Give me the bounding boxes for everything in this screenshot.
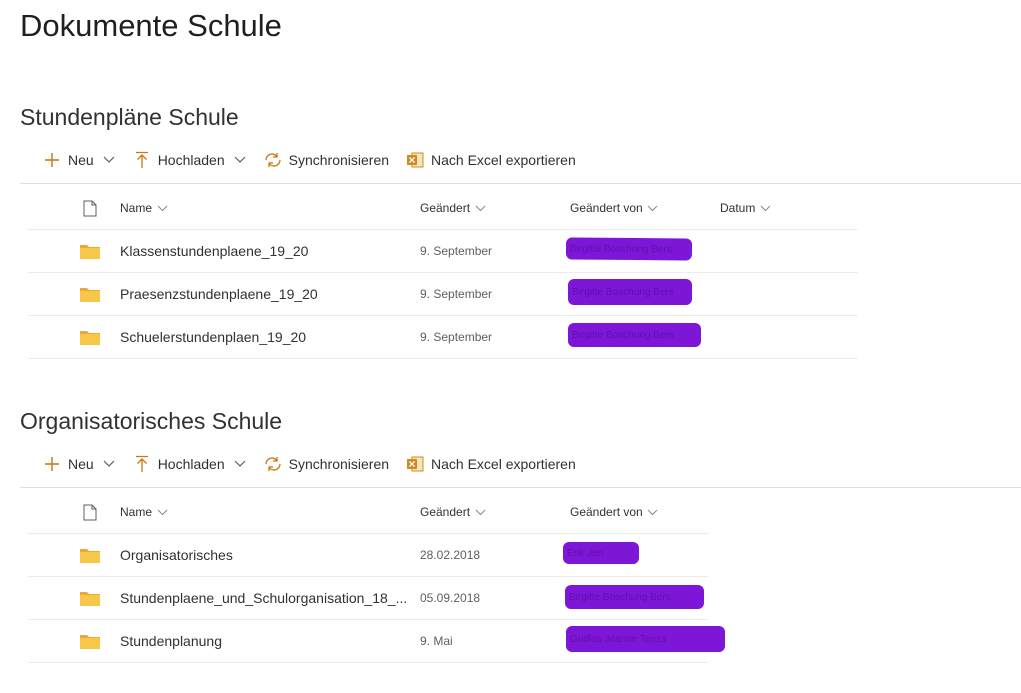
column-header-modified[interactable]: Geändert <box>420 491 486 533</box>
list-item[interactable]: Praesenzstundenplaene_19_20 9. September… <box>28 273 858 316</box>
list-header: Name Geändert Geändert von Datum <box>28 187 858 230</box>
list-item[interactable]: Organisatorisches 28.02.2018 Erik Jen <box>28 534 708 577</box>
export-excel-button[interactable]: Nach Excel exportieren <box>399 448 582 480</box>
list-item[interactable]: Klassenstundenplaene_19_20 9. September … <box>28 230 858 273</box>
chevron-down-icon <box>647 202 659 214</box>
chevron-down-icon <box>233 153 247 167</box>
new-label: Neu <box>68 456 94 472</box>
chevron-down-icon <box>102 457 116 471</box>
item-name[interactable]: Praesenzstundenplaene_19_20 <box>120 286 318 302</box>
chevron-down-icon <box>102 153 116 167</box>
upload-icon <box>132 454 152 474</box>
list-header: Name Geändert Geändert von <box>28 491 708 534</box>
document-list: Name Geändert Geändert von Organisatoris… <box>28 491 725 663</box>
folder-icon <box>78 316 102 358</box>
new-button[interactable]: Neu <box>36 448 122 480</box>
sync-button[interactable]: Synchronisieren <box>257 144 395 176</box>
column-header-name[interactable]: Name <box>120 491 168 533</box>
item-name[interactable]: Organisatorisches <box>120 547 233 563</box>
section-title[interactable]: Stundenpläne Schule <box>20 101 239 133</box>
folder-icon <box>78 620 102 662</box>
section-title[interactable]: Organisatorisches Schule <box>20 405 282 437</box>
redacted-user: Birgitte Boschung Bers <box>565 585 704 609</box>
redacted-user: Gudlos Jeanne Teuza <box>566 626 725 652</box>
sync-icon <box>263 150 283 170</box>
plus-icon <box>42 150 62 170</box>
upload-label: Hochladen <box>157 456 225 472</box>
column-header-modified-by[interactable]: Geändert von <box>570 187 659 229</box>
redacted-user: Birgitte Boschung Bers <box>565 237 693 261</box>
item-modified: 05.09.2018 <box>420 591 481 605</box>
upload-button[interactable]: Hochladen <box>126 144 253 176</box>
chevron-down-icon <box>233 457 247 471</box>
list-item[interactable]: Stundenplaene_und_Schulorganisation_18_.… <box>28 577 708 620</box>
upload-button[interactable]: Hochladen <box>126 448 253 480</box>
chevron-down-icon <box>474 202 486 214</box>
sync-label: Synchronisieren <box>288 152 390 168</box>
excel-icon <box>405 150 425 170</box>
export-label: Nach Excel exportieren <box>431 456 576 472</box>
item-name[interactable]: Schuelerstundenplaen_19_20 <box>120 329 306 345</box>
file-type-icon[interactable] <box>78 491 102 533</box>
export-excel-button[interactable]: Nach Excel exportieren <box>399 144 582 176</box>
item-modified: 9. September <box>420 330 493 344</box>
folder-icon <box>78 534 102 576</box>
item-modified: 9. Mai <box>420 634 453 648</box>
plus-icon <box>42 454 62 474</box>
excel-icon <box>405 454 425 474</box>
page-title: Dokumente Schule <box>20 8 282 43</box>
upload-icon <box>132 150 152 170</box>
item-modified: 9. September <box>420 244 493 258</box>
redacted-user: Birgitte Boschung Bers <box>568 279 692 305</box>
column-header-modified[interactable]: Geändert <box>420 187 486 229</box>
sync-label: Synchronisieren <box>288 456 390 472</box>
column-header-date[interactable]: Datum <box>720 187 771 229</box>
chevron-down-icon <box>474 506 486 518</box>
folder-icon <box>78 230 102 272</box>
folder-icon <box>78 577 102 619</box>
chevron-down-icon <box>647 506 659 518</box>
sync-icon <box>263 454 283 474</box>
list-item[interactable]: Schuelerstundenplaen_19_20 9. September … <box>28 316 858 359</box>
document-list: Name Geändert Geändert von Datum Klassen… <box>28 187 858 359</box>
item-modified: 28.02.2018 <box>420 548 481 562</box>
export-label: Nach Excel exportieren <box>431 152 576 168</box>
folder-icon <box>78 273 102 315</box>
redacted-user: Birgitte Boschung Bers <box>568 323 701 347</box>
item-name[interactable]: Stundenplanung <box>120 633 222 649</box>
column-header-modified-by[interactable]: Geändert von <box>570 491 659 533</box>
command-bar: Neu Hochladen Synchronisieren Nach Excel… <box>20 137 1021 184</box>
chevron-down-icon <box>156 202 168 214</box>
list-item[interactable]: Stundenplanung 9. Mai Gudlos Jeanne Teuz… <box>28 620 725 663</box>
column-header-name[interactable]: Name <box>120 187 168 229</box>
chevron-down-icon <box>156 506 168 518</box>
item-name[interactable]: Stundenplaene_und_Schulorganisation_18_.… <box>120 590 407 606</box>
item-name[interactable]: Klassenstundenplaene_19_20 <box>120 243 308 259</box>
file-type-icon[interactable] <box>78 187 102 229</box>
item-modified: 9. September <box>420 287 493 301</box>
chevron-down-icon <box>759 202 771 214</box>
new-label: Neu <box>68 152 94 168</box>
redacted-user: Erik Jen <box>563 542 639 564</box>
new-button[interactable]: Neu <box>36 144 122 176</box>
sync-button[interactable]: Synchronisieren <box>257 448 395 480</box>
upload-label: Hochladen <box>157 152 225 168</box>
command-bar: Neu Hochladen Synchronisieren Nach Excel… <box>20 441 1021 488</box>
